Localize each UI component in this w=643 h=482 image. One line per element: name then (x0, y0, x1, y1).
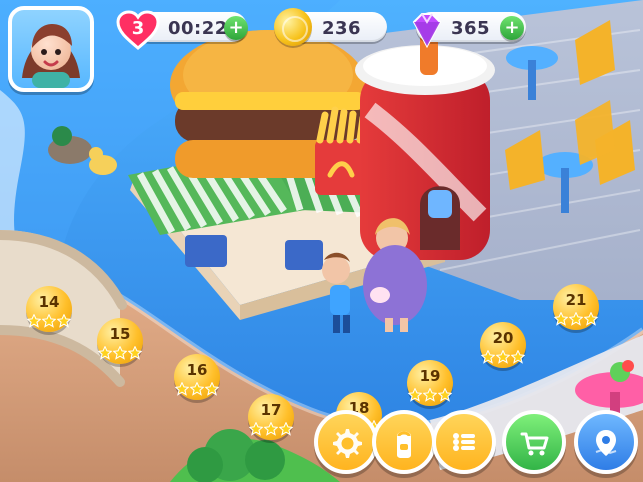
level-stars (478, 350, 528, 366)
level-node[interactable]: 19 (407, 360, 453, 406)
star-icon (408, 388, 422, 402)
level-number: 19 (419, 367, 441, 385)
star-icon (569, 312, 583, 326)
gems-count: 365 (451, 18, 491, 39)
coins-count: 236 (322, 18, 362, 39)
level-number: 20 (492, 329, 514, 347)
star-icon (511, 350, 525, 364)
level-number: 14 (38, 293, 60, 311)
map-button[interactable] (574, 410, 638, 474)
level-number: 15 (109, 325, 131, 343)
avatar-portrait-icon (22, 24, 80, 88)
star-icon (279, 422, 293, 436)
list-icon (453, 433, 475, 451)
backpack-icon (397, 431, 411, 458)
star-icon (205, 382, 219, 396)
player-avatar[interactable] (8, 6, 94, 92)
add-gems-button[interactable]: + (500, 16, 524, 40)
level-node[interactable]: 21 (553, 284, 599, 330)
game-world (0, 0, 643, 482)
star-icon (481, 350, 495, 364)
level-number: 17 (260, 401, 282, 419)
bag-button[interactable] (372, 410, 436, 474)
cart-icon (520, 432, 549, 456)
level-number: 21 (565, 291, 587, 309)
duck-2-head (89, 147, 103, 161)
level-stars (172, 382, 222, 398)
lives-count: 3 (131, 18, 145, 39)
star-icon (57, 314, 71, 328)
star-icon (128, 346, 142, 360)
add-lives-button[interactable]: + (224, 16, 248, 40)
level-node[interactable]: 16 (174, 354, 220, 400)
gear-icon (333, 429, 362, 458)
plus-icon: + (504, 17, 520, 38)
level-stars (95, 346, 145, 362)
star-icon (113, 346, 127, 360)
coin-icon-inner (282, 16, 308, 42)
bush-3 (187, 447, 223, 482)
star-icon (438, 388, 452, 402)
level-stars (405, 388, 455, 404)
star-icon (584, 312, 598, 326)
star-icon (249, 422, 263, 436)
level-stars (246, 422, 296, 438)
duck-1-head (52, 126, 72, 146)
gem-icon (412, 13, 442, 49)
star-icon (98, 346, 112, 360)
level-node[interactable]: 14 (26, 286, 72, 332)
star-icon (264, 422, 278, 436)
level-node[interactable]: 17 (248, 394, 294, 440)
star-icon (175, 382, 189, 396)
life-timer: 00:22 (168, 18, 228, 39)
plus-icon: + (228, 17, 244, 38)
coin-icon (274, 8, 312, 46)
menu-button[interactable] (432, 410, 496, 474)
shop-button[interactable] (502, 410, 566, 474)
bush-2 (245, 440, 285, 480)
star-icon (27, 314, 41, 328)
level-number: 16 (186, 361, 208, 379)
star-icon (554, 312, 568, 326)
map-pin-icon (595, 430, 617, 456)
level-stars (24, 314, 74, 330)
star-icon (496, 350, 510, 364)
star-icon (42, 314, 56, 328)
level-node[interactable]: 15 (97, 318, 143, 364)
level-node[interactable]: 20 (480, 322, 526, 368)
settings-button[interactable] (314, 410, 378, 474)
level-stars (551, 312, 601, 328)
star-icon (423, 388, 437, 402)
star-icon (190, 382, 204, 396)
